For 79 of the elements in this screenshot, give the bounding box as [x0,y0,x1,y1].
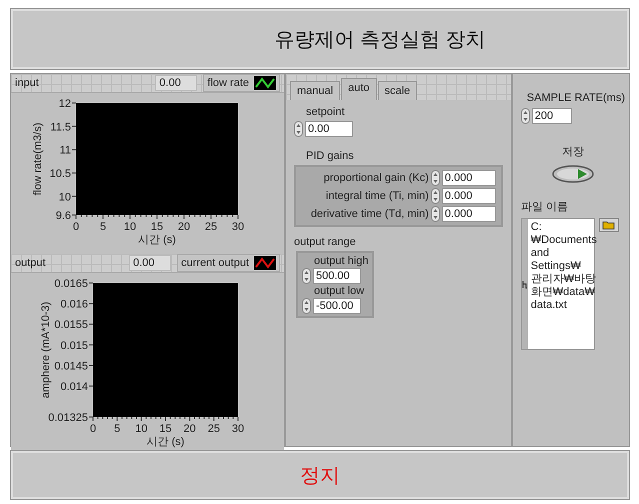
line-swatch-icon [254,256,276,270]
group-label: output range [294,236,357,248]
plot-legend[interactable]: flow rate [203,74,280,92]
tick-label: 10 [124,221,136,233]
spinner-icon[interactable] [302,298,311,314]
spinner-icon[interactable] [294,121,303,137]
tab[interactable]: scale [378,81,418,100]
axis-label: flow rate(m3/s) [32,122,44,196]
path-text: ₩Documents [530,234,597,247]
graph-label: input [15,77,40,89]
line-swatch-icon [254,76,276,90]
tick-label: 30 [232,221,244,233]
tick-label: 11 [60,144,71,157]
field-label: SAMPLE RATE(ms) [526,92,625,104]
tick-label: 20 [184,423,196,435]
path-text: 관리자₩바탕 [530,273,597,286]
number-field[interactable]: 200 [532,108,572,124]
tick-label: 0.014 [60,381,88,394]
tick-label: 0.0165 [54,278,88,290]
plot-legend[interactable]: current output [177,254,280,272]
field-label: output low [314,285,366,297]
spinner-icon[interactable] [430,188,440,204]
folder-icon[interactable] [598,218,619,232]
number-field[interactable]: 0.000 [442,170,496,186]
tick-label: 15 [150,221,164,233]
field-label: 파일 이름 [520,200,569,214]
field-label: derivative time (Td, min) [310,208,429,220]
path-text: 화면₩data₩ [530,286,596,299]
tick-label: 0.0155 [54,319,88,332]
path-text: data.txt [530,299,568,312]
spinner-icon[interactable] [520,108,530,124]
tick-label: 5 [100,221,106,233]
tick-label: 0.015 [60,340,88,352]
spinner-icon[interactable] [430,170,440,186]
tick-label: 10 [135,423,148,435]
number-field[interactable]: 0.000 [442,188,496,204]
field-label: output high [314,255,368,267]
button-label: 저장 [560,145,585,159]
axis-label: amphere (mA*10-3) [40,302,52,398]
path-text: and [530,247,550,260]
window-title: 유량제어 측정실험 장치 [273,28,486,52]
path-icon [522,280,528,288]
field-label: integral time (Ti, min) [326,190,429,202]
path-field[interactable]: C: ₩Documents and Settings₩ 관리자₩바탕 화면₩data₩ data.txt [520,218,595,350]
graph-label: output [15,257,47,269]
tick-label: 20 [178,221,190,233]
tick-label: 15 [159,423,172,435]
number-field[interactable]: 0.000 [442,206,496,222]
tick-label: 0 [90,423,96,435]
tick-label: 9.6 [56,210,71,222]
axis-label: 시간 (s) [138,234,176,246]
value-display: 0.00 [155,75,198,91]
tick-label: 0.01325 [48,412,88,424]
tab[interactable]: auto [341,78,376,100]
tick-label: 5 [114,423,120,435]
path-text: C: [530,221,543,234]
tick-label: 25 [204,221,218,233]
tick-label: 0.016 [60,298,88,311]
spinner-icon[interactable] [430,206,440,222]
value-display: 0.00 [129,255,172,271]
axis-label: 시간 (s) [146,436,184,448]
number-field[interactable]: 500.00 [313,268,361,284]
tick-label: 12 [58,98,71,110]
tick-label: 10 [58,191,71,204]
tick-label: 0 [72,221,80,233]
tick-label: 10.5 [50,168,71,180]
group-label: PID gains [306,150,355,162]
save-button[interactable] [552,165,594,183]
tick-label: 30 [232,423,244,435]
tick-label: 0.0145 [54,360,88,372]
tick-label: 25 [208,423,220,435]
path-text: Settings₩ [530,260,582,273]
setpoint-field[interactable]: 0.00 [305,121,353,137]
field-label: proportional gain (Kc) [324,172,429,184]
tick-label: 11.5 [50,121,71,134]
number-field[interactable]: -500.00 [313,298,361,314]
spinner-icon[interactable] [302,268,311,284]
tab[interactable]: manual [290,81,340,100]
field-label: setpoint [306,106,346,118]
